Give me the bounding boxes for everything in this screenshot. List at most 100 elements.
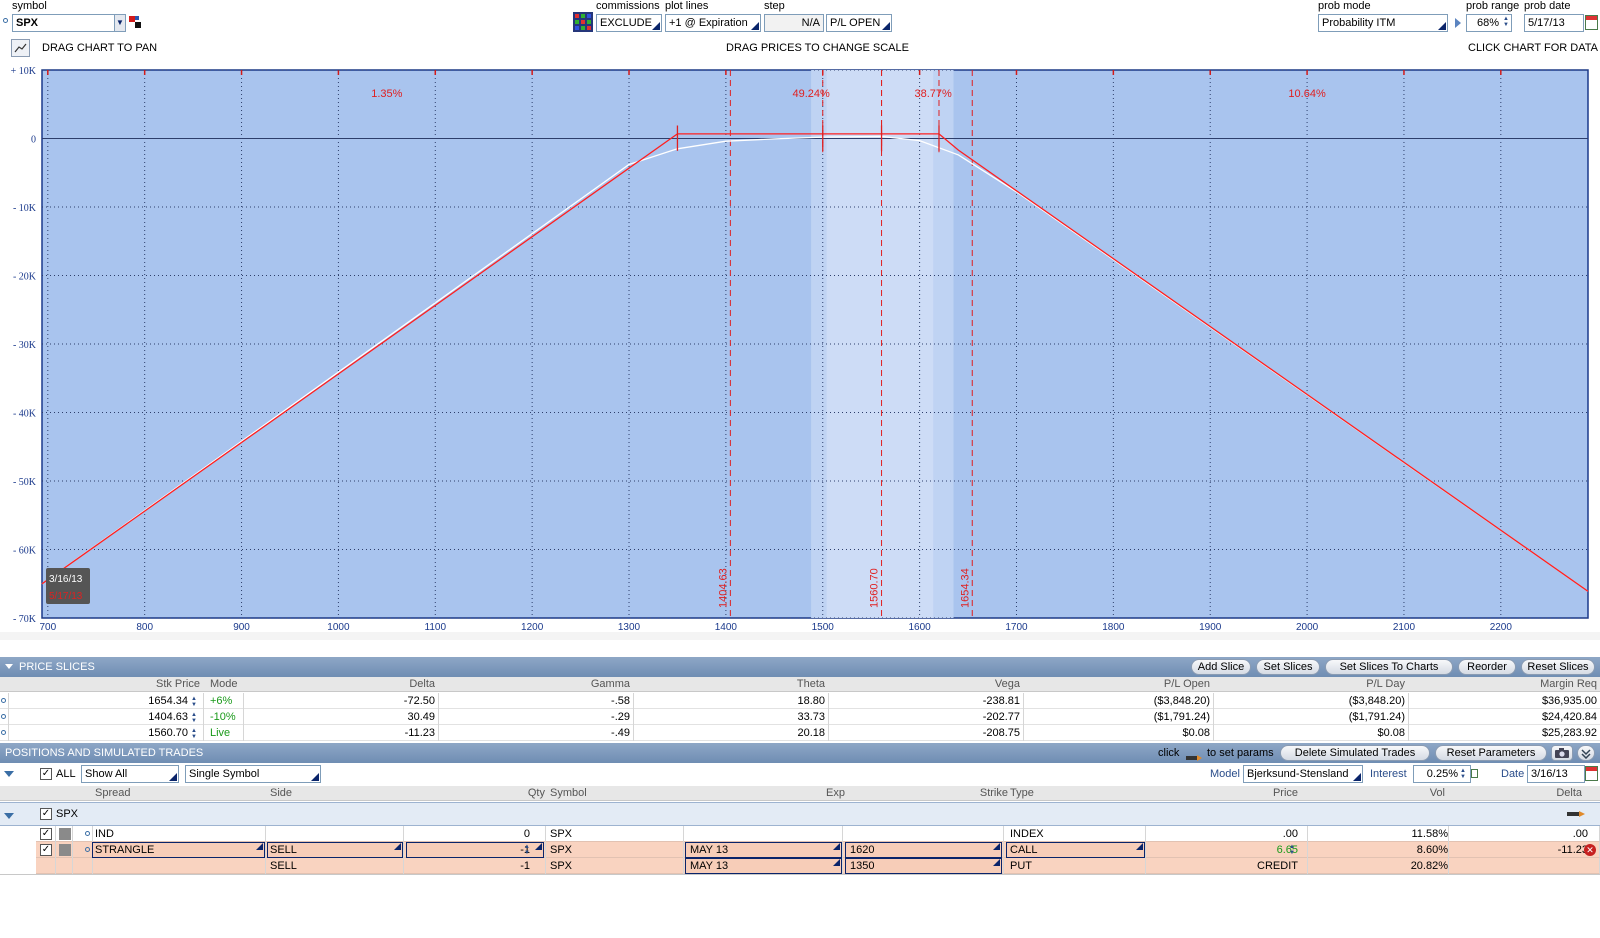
position-color-swatch[interactable] — [59, 844, 71, 856]
dropdown-corner-icon[interactable] — [1136, 843, 1143, 850]
play-icon[interactable] — [1455, 18, 1461, 28]
col-margin-req[interactable]: Margin Req — [1495, 677, 1597, 692]
col-pl-day[interactable]: P/L Day — [1305, 677, 1405, 692]
slice-stk-price[interactable]: 1560.70 — [120, 725, 188, 741]
reset-slices-button[interactable]: Reset Slices — [1521, 659, 1595, 675]
price-slice-row[interactable]: 1404.63 -10% 30.49 -.29 33.73 -202.77 ($1,791.… — [0, 709, 1600, 725]
position-row[interactable]: ✓ IND 0 SPX INDEX .00 11.58% .00 — [0, 826, 1600, 842]
chart-style-icon[interactable] — [11, 39, 30, 57]
position-checkbox[interactable]: ✓ — [40, 828, 52, 840]
dropdown-corner-icon[interactable] — [833, 843, 840, 850]
position-exp[interactable]: MAY 13 — [690, 858, 728, 874]
price-slice-row[interactable]: 1654.34 +6% -72.50 -.58 18.80 -238.81 ($3,848.… — [0, 693, 1600, 709]
price-slice-row[interactable]: 1560.70 Live -11.23 -.49 20.18 -208.75 $0.08 $0… — [0, 725, 1600, 741]
slice-stk-price[interactable]: 1654.34 — [120, 693, 188, 709]
symbol-color-icon[interactable] — [129, 16, 141, 28]
model-select[interactable]: Bjerksund-Stensland — [1243, 765, 1363, 783]
position-color-swatch[interactable] — [59, 828, 71, 840]
col-delta[interactable]: Delta — [1540, 786, 1582, 801]
position-link-dot[interactable] — [85, 831, 90, 836]
prob-range-spinner-icon[interactable]: ▲ ▼ — [1503, 16, 1511, 28]
col-type[interactable]: Type — [1010, 786, 1034, 801]
plot-lines-select[interactable]: +1 @ Expiration — [665, 14, 761, 32]
dropdown-corner-icon[interactable] — [256, 843, 263, 850]
slice-link-dot[interactable] — [1, 714, 6, 719]
cell-divider — [842, 826, 843, 842]
position-link-dot[interactable] — [85, 847, 90, 852]
slice-price-spinner-icon[interactable]: ▲ ▼ — [191, 728, 199, 740]
col-spread[interactable]: Spread — [95, 786, 130, 801]
col-gamma[interactable]: Gamma — [540, 677, 630, 692]
col-mode[interactable]: Mode — [210, 677, 238, 692]
group-checkbox[interactable]: ✓ — [40, 808, 52, 820]
group-pencil-icon[interactable] — [1567, 809, 1585, 817]
col-symbol[interactable]: Symbol — [550, 786, 587, 801]
col-pl-open[interactable]: P/L Open — [1110, 677, 1210, 692]
grid-color-icon[interactable] — [573, 12, 593, 32]
col-price[interactable]: Price — [1240, 786, 1298, 801]
position-checkbox[interactable]: ✓ — [40, 844, 52, 856]
all-checkbox[interactable]: ✓ — [40, 768, 52, 780]
add-slice-button[interactable]: Add Slice — [1191, 659, 1251, 675]
symbol-lookup-icon[interactable]: ▼ — [114, 14, 126, 32]
col-vol[interactable]: Vol — [1410, 786, 1445, 801]
symbol-input[interactable]: SPX — [12, 14, 116, 32]
position-row[interactable]: ✓ STRANGLE SELL -1 SPX MAY 13 1620 CALL 6.65 8.60… — [0, 842, 1600, 858]
set-slices-to-charts-button[interactable]: Set Slices To Charts — [1325, 659, 1453, 675]
camera-icon[interactable] — [1551, 745, 1573, 761]
pl-mode-select[interactable]: P/L OPEN — [826, 14, 892, 32]
col-exp[interactable]: Exp — [780, 786, 845, 801]
expand-icon[interactable] — [1577, 745, 1595, 761]
dropdown-corner-icon[interactable] — [993, 859, 1000, 866]
symbol-filter-select[interactable]: Single Symbol — [185, 765, 321, 783]
slice-stk-price[interactable]: 1404.63 — [120, 709, 188, 725]
dropdown-corner-icon[interactable] — [535, 843, 542, 850]
step-input[interactable]: N/A — [764, 14, 824, 32]
col-strike[interactable]: Strike — [960, 786, 1008, 801]
position-strike[interactable]: 1350 — [850, 858, 874, 874]
slice-price-spinner-icon[interactable]: ▲ ▼ — [191, 712, 199, 724]
set-slices-button[interactable]: Set Slices — [1256, 659, 1320, 675]
position-exp[interactable]: MAY 13 — [690, 842, 728, 858]
slice-price-spinner-icon[interactable]: ▲ ▼ — [191, 696, 199, 708]
interest-lock-icon[interactable] — [1471, 769, 1478, 778]
symbol-link-dot[interactable] — [3, 18, 8, 23]
reorder-button[interactable]: Reorder — [1458, 659, 1516, 675]
collapse-all-icon[interactable] — [4, 771, 14, 777]
reset-parameters-button[interactable]: Reset Parameters — [1435, 745, 1547, 761]
group-collapse-icon[interactable] — [4, 813, 14, 819]
qty-spinner-icon[interactable]: ▲ ▼ — [524, 844, 532, 856]
commissions-select[interactable]: EXCLUDE — [596, 14, 662, 32]
col-qty[interactable]: Qty — [490, 786, 545, 801]
prob-date-input[interactable]: 5/17/13 — [1524, 14, 1584, 32]
position-qty[interactable]: -1 — [480, 842, 530, 858]
col-delta[interactable]: Delta — [340, 677, 435, 692]
date-calendar-icon[interactable] — [1585, 766, 1598, 781]
slice-link-dot[interactable] — [1, 698, 6, 703]
delete-simulated-trades-button[interactable]: Delete Simulated Trades — [1280, 745, 1430, 761]
position-row[interactable]: SELL -1 SPX MAY 13 1350 PUT CREDIT 20.82% — [0, 858, 1600, 874]
col-vega[interactable]: Vega — [930, 677, 1020, 692]
prob-mode-select[interactable]: Probability ITM — [1318, 14, 1448, 32]
remove-trade-icon[interactable]: ✕ — [1584, 844, 1596, 856]
position-side[interactable]: SELL — [270, 842, 297, 858]
col-stk-price[interactable]: Stk Price — [130, 677, 200, 692]
col-theta[interactable]: Theta — [735, 677, 825, 692]
interest-spinner-icon[interactable]: ▲ ▼ — [1460, 768, 1468, 780]
risk-profile-chart[interactable]: 700 800 900 1000 1100 1200 1300 1400 1500 1600 170… — [0, 62, 1600, 640]
dropdown-corner-icon[interactable] — [993, 843, 1000, 850]
price-spinner-icon[interactable]: ▲ ▼ — [1289, 844, 1297, 856]
position-spread[interactable]: STRANGLE — [95, 842, 154, 858]
col-side[interactable]: Side — [270, 786, 292, 801]
group-row-spx[interactable]: ✓ SPX — [0, 802, 1600, 826]
show-filter-select[interactable]: Show All — [81, 765, 179, 783]
dropdown-corner-icon[interactable] — [833, 859, 840, 866]
collapse-icon[interactable] — [5, 664, 13, 669]
date-input[interactable]: 3/16/13 — [1527, 765, 1585, 783]
position-type[interactable]: CALL — [1010, 842, 1038, 858]
position-symbol: SPX — [550, 844, 573, 856]
calendar-icon[interactable] — [1585, 15, 1598, 30]
dropdown-corner-icon[interactable] — [394, 843, 401, 850]
slice-link-dot[interactable] — [1, 730, 6, 735]
position-strike[interactable]: 1620 — [850, 842, 874, 858]
